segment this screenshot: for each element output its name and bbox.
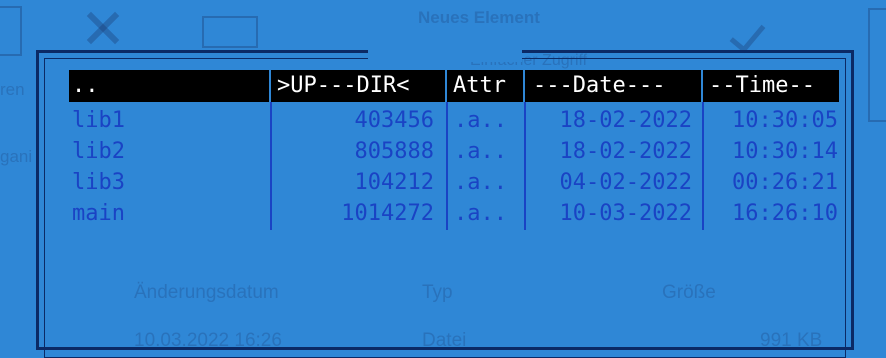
left-fragment-2: gani (0, 147, 33, 166)
file-size: 104212 (354, 170, 434, 195)
file-name: main (72, 201, 125, 226)
left-fragment: ren (0, 80, 25, 99)
delete-icon (82, 12, 124, 42)
file-name: lib3 (72, 170, 125, 195)
background-window-box (0, 6, 22, 56)
header-date[interactable]: ---Date--- (525, 70, 701, 102)
header-attr[interactable]: Attr (447, 70, 523, 102)
checkmark-icon (729, 15, 766, 54)
file-time: 10:30:14 (732, 139, 838, 164)
file-date: 18-02-2022 (559, 108, 692, 133)
file-attr: .a.. (454, 108, 507, 133)
background-edge-box (868, 8, 886, 122)
file-row[interactable]: lib2 805888 .a.. 18-02-2022 10:30:14 (69, 137, 839, 167)
file-date: 18-02-2022 (559, 139, 692, 164)
file-attr: .a.. (454, 139, 507, 164)
file-time: 00:26:21 (732, 170, 838, 195)
background-toolbar-box (202, 16, 258, 48)
file-attr: .a.. (454, 201, 507, 226)
new-item-label: Neues Element (418, 8, 540, 27)
file-list-header: .. >UP---DIR< Attr ---Date--- --Time-- (69, 70, 839, 102)
file-date: 10-03-2022 (559, 201, 692, 226)
file-time: 10:30:05 (732, 108, 838, 133)
file-size: 403456 (354, 108, 434, 133)
file-name: lib1 (72, 108, 125, 133)
file-date: 04-02-2022 (559, 170, 692, 195)
file-time: 16:26:10 (732, 201, 838, 226)
panel-title-gap (368, 44, 522, 62)
file-row[interactable]: main 1014272 .a.. 10-03-2022 16:26:10 (69, 199, 839, 229)
header-size[interactable]: >UP---DIR< (271, 70, 445, 102)
header-time[interactable]: --Time-- (703, 70, 839, 102)
file-size: 805888 (354, 139, 434, 164)
file-row[interactable]: lib1 403456 .a.. 18-02-2022 10:30:05 (69, 106, 839, 136)
file-attr: .a.. (454, 170, 507, 195)
header-name[interactable]: .. (69, 70, 269, 102)
file-size: 1014272 (341, 201, 434, 226)
file-row[interactable]: lib3 104212 .a.. 04-02-2022 00:26:21 (69, 168, 839, 198)
file-name: lib2 (72, 139, 125, 164)
